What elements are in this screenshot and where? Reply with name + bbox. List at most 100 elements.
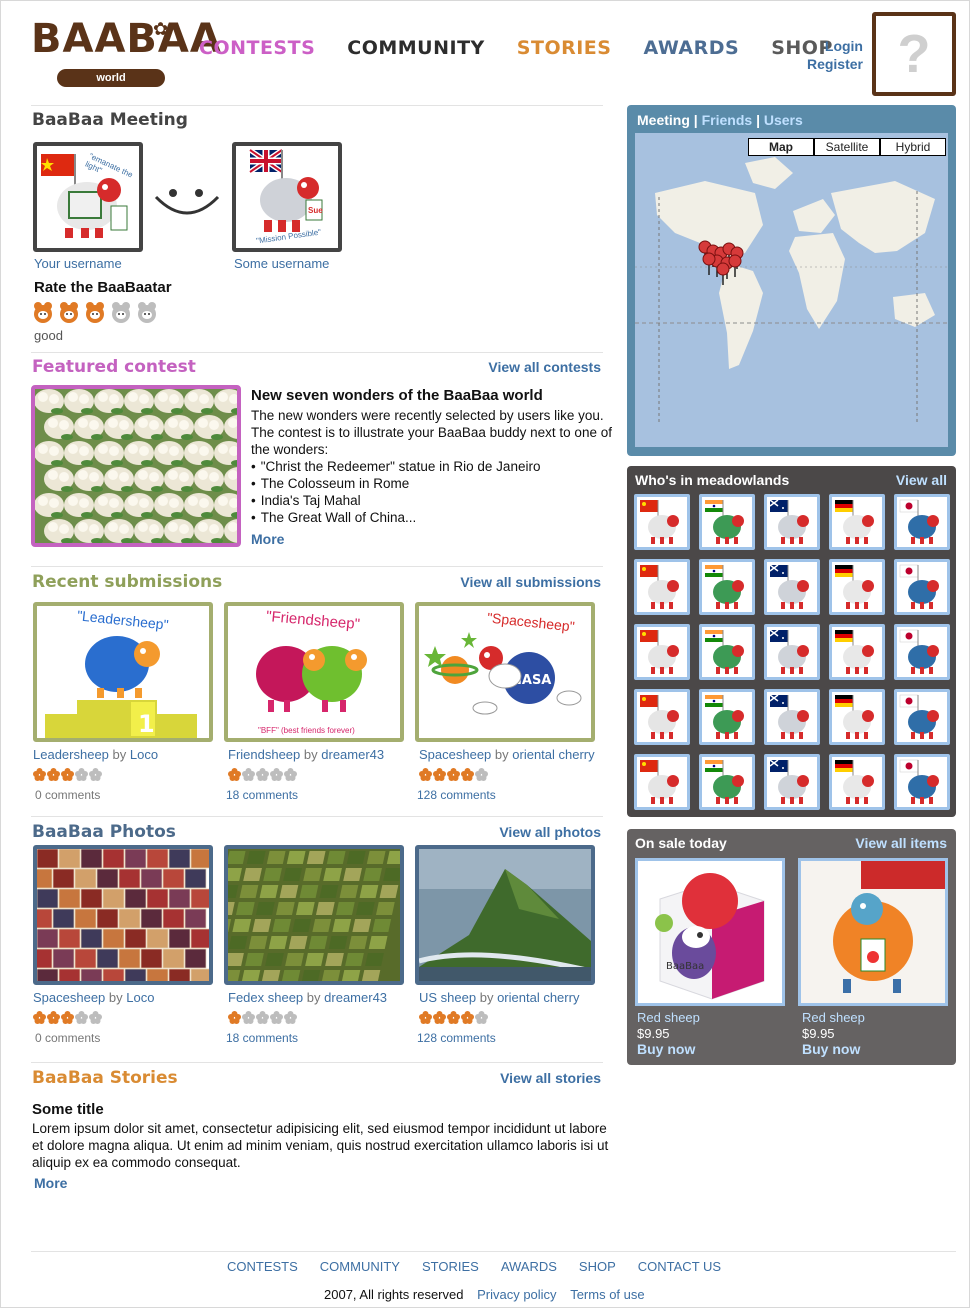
author-link[interactable]: dreamer43	[321, 747, 384, 762]
submission-title-link[interactable]: Friendsheep	[228, 747, 300, 762]
story-more-link[interactable]: More	[34, 1175, 67, 1191]
comments-link[interactable]: 18 comments	[226, 1031, 298, 1045]
photo-title-link[interactable]: US sheep	[419, 990, 476, 1005]
story-headline: Some title	[32, 1101, 104, 1118]
footer-link-shop[interactable]: SHOP	[579, 1259, 616, 1274]
meadow-user-avatar[interactable]	[829, 559, 885, 615]
meadow-view-all-link[interactable]: View all	[896, 472, 947, 488]
register-link[interactable]: Register	[791, 55, 863, 73]
meadow-user-avatar[interactable]	[829, 689, 885, 745]
submission-tile[interactable]: "Friendsheep" "BFF" (best friends foreve…	[224, 602, 404, 742]
login-link[interactable]: Login	[791, 37, 863, 55]
other-username-link[interactable]: Some username	[234, 256, 329, 271]
privacy-link[interactable]: Privacy policy	[477, 1287, 556, 1302]
author-link[interactable]: Loco	[130, 747, 158, 762]
user-avatar[interactable]: ?	[872, 12, 956, 96]
meadow-user-avatar[interactable]	[634, 754, 690, 810]
map-type-satellite-button[interactable]: Satellite	[814, 138, 880, 156]
tab-users[interactable]: Users	[764, 112, 803, 128]
sale-item-image[interactable]: BaaBaa	[635, 858, 785, 1006]
sale-item-name[interactable]: Red sheep	[802, 1010, 865, 1025]
other-baabaatar-card[interactable]: Sue "Mission Possible"	[232, 142, 342, 252]
photo-title-link[interactable]: Fedex sheep	[228, 990, 303, 1005]
rating-sheep-icon[interactable]	[59, 300, 79, 324]
meadow-user-avatar[interactable]	[699, 754, 755, 810]
comments-link[interactable]: 0 comments	[35, 1031, 100, 1045]
buy-now-button[interactable]: Buy now	[637, 1041, 695, 1057]
rating-sheep-icon[interactable]	[137, 300, 157, 324]
footer-link-community[interactable]: COMMUNITY	[320, 1259, 400, 1274]
meadow-user-avatar[interactable]	[894, 624, 950, 680]
meadow-user-avatar[interactable]	[829, 494, 885, 550]
photo-tile[interactable]	[415, 845, 595, 985]
meadow-user-avatar[interactable]	[764, 624, 820, 680]
nav-contests[interactable]: CONTESTS	[199, 37, 315, 59]
comments-link[interactable]: 128 comments	[417, 788, 496, 802]
meadow-user-avatar[interactable]	[764, 754, 820, 810]
terms-link[interactable]: Terms of use	[570, 1287, 644, 1302]
view-all-stories-link[interactable]: View all stories	[441, 1070, 601, 1086]
featured-contest-image[interactable]	[31, 385, 241, 547]
map-type-hybrid-button[interactable]: Hybrid	[880, 138, 946, 156]
footer-link-contact[interactable]: CONTACT US	[638, 1259, 721, 1274]
meadow-user-avatar[interactable]	[699, 689, 755, 745]
submission-title-link[interactable]: Leadersheep	[33, 747, 109, 762]
map-type-map-button[interactable]: Map	[748, 138, 814, 156]
rating-sheep-icon[interactable]	[33, 300, 53, 324]
photo-title-link[interactable]: Spacesheep	[33, 990, 105, 1005]
buy-now-button[interactable]: Buy now	[802, 1041, 860, 1057]
rating-sheep-icon[interactable]	[111, 300, 131, 324]
meadow-user-avatar[interactable]	[634, 624, 690, 680]
meadow-user-avatar[interactable]	[634, 689, 690, 745]
submission-title-link[interactable]: Spacesheep	[419, 747, 491, 762]
footer-link-stories[interactable]: STORIES	[422, 1259, 479, 1274]
field-plot	[272, 919, 292, 932]
footer-link-contests[interactable]: CONTESTS	[227, 1259, 298, 1274]
meadow-user-avatar[interactable]	[699, 559, 755, 615]
meadow-user-avatar[interactable]	[894, 689, 950, 745]
crowd-sheep	[74, 519, 104, 543]
view-all-photos-link[interactable]: View all photos	[441, 824, 601, 840]
author-link[interactable]: oriental cherry	[512, 747, 594, 762]
photo-tile[interactable]	[33, 845, 213, 985]
nav-awards[interactable]: AWARDS	[643, 37, 739, 59]
footer-link-awards[interactable]: AWARDS	[501, 1259, 557, 1274]
meadow-user-avatar[interactable]	[894, 754, 950, 810]
meadow-user-avatar[interactable]	[634, 559, 690, 615]
meadow-user-avatar[interactable]	[829, 624, 885, 680]
meadow-user-avatar[interactable]	[764, 494, 820, 550]
meadow-user-avatar[interactable]	[764, 559, 820, 615]
nav-stories[interactable]: STORIES	[517, 37, 612, 59]
nav-community[interactable]: COMMUNITY	[347, 37, 485, 59]
rating-sheep-icon[interactable]	[85, 300, 105, 324]
field-plot	[303, 868, 322, 881]
sale-view-all-link[interactable]: View all items	[855, 835, 947, 851]
view-all-submissions-link[interactable]: View all submissions	[421, 574, 601, 590]
meadow-user-avatar[interactable]	[699, 494, 755, 550]
baabaa-logo[interactable]: BAABAA ✿ world	[31, 19, 221, 89]
comments-link[interactable]: 18 comments	[226, 788, 298, 802]
photo-tile[interactable]	[224, 845, 404, 985]
featured-more-link[interactable]: More	[251, 531, 284, 547]
tab-meeting[interactable]: Meeting	[637, 112, 690, 128]
world-map[interactable]: Map Satellite Hybrid	[635, 133, 948, 447]
meadow-user-avatar[interactable]	[829, 754, 885, 810]
meadow-user-avatar[interactable]	[764, 689, 820, 745]
author-link[interactable]: oriental cherry	[497, 990, 579, 1005]
meadow-user-avatar[interactable]	[894, 559, 950, 615]
sale-item-name[interactable]: Red sheep	[637, 1010, 700, 1025]
view-all-contests-link[interactable]: View all contests	[441, 359, 601, 375]
my-username-link[interactable]: Your username	[34, 256, 122, 271]
tab-friends[interactable]: Friends	[702, 112, 753, 128]
comments-link[interactable]: 128 comments	[417, 1031, 496, 1045]
comments-link[interactable]: 0 comments	[35, 788, 100, 802]
meadow-user-avatar[interactable]	[634, 494, 690, 550]
my-baabaatar-card[interactable]: "emanate the light"	[33, 142, 143, 252]
author-link[interactable]: dreamer43	[324, 990, 387, 1005]
author-link[interactable]: Loco	[126, 990, 154, 1005]
meadow-user-avatar[interactable]	[699, 624, 755, 680]
sale-item-image[interactable]	[798, 858, 948, 1006]
meadow-user-avatar[interactable]	[894, 494, 950, 550]
submission-tile[interactable]: NASA "Spacesheep"	[415, 602, 595, 742]
submission-tile[interactable]: 1 "Leadersheep"	[33, 602, 213, 742]
